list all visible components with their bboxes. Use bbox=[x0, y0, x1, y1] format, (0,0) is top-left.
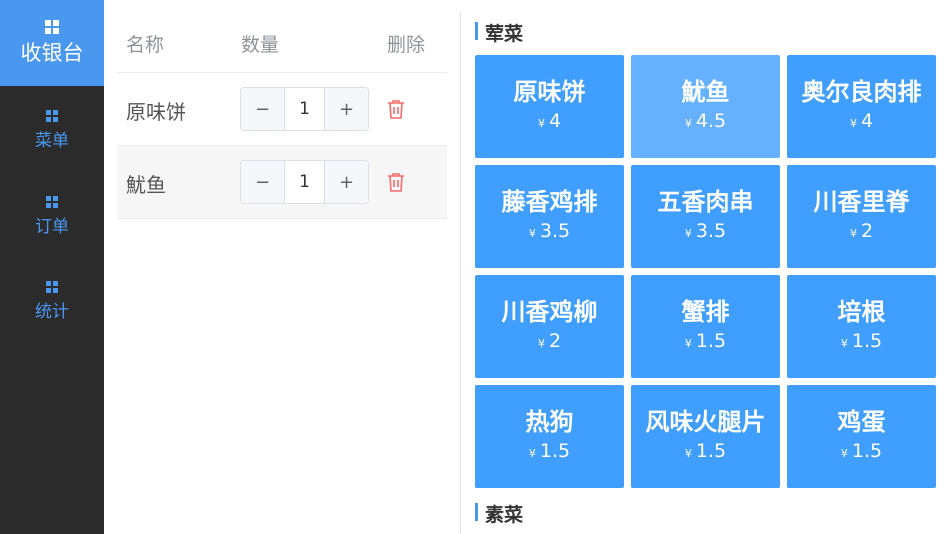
order-table: 名称 数量 删除 原味饼 − 1 + 魷鱼 − 1 + bbox=[117, 14, 447, 219]
menu-item-name: 鸡蛋 bbox=[837, 407, 886, 436]
delete-icon[interactable] bbox=[387, 172, 405, 192]
sidebar-item-label: 统计 bbox=[35, 302, 69, 322]
delete-icon[interactable] bbox=[387, 99, 405, 119]
menu-item[interactable]: 风味火腿片 ¥1.5 bbox=[631, 385, 780, 488]
increase-button[interactable]: + bbox=[324, 88, 368, 130]
quantity-stepper: − 1 + bbox=[240, 87, 369, 131]
sidebar-item-menu[interactable]: 菜单 bbox=[0, 110, 104, 155]
cashier-app: 收银台 菜单 订单 统计 名称 数量 删除 原味饼 − 1 + 魷鱼 − 1 +… bbox=[0, 0, 950, 534]
menu-item-name: 培根 bbox=[837, 297, 886, 326]
section-title-veg: 素菜 bbox=[475, 500, 523, 527]
menu-item[interactable]: 鸡蛋 ¥1.5 bbox=[787, 385, 936, 488]
menu-item-price: ¥4 bbox=[537, 109, 562, 132]
menu-item-name: 川香鸡柳 bbox=[501, 297, 598, 326]
menu-item[interactable]: 热狗 ¥1.5 bbox=[475, 385, 624, 488]
quantity-stepper: − 1 + bbox=[240, 160, 369, 204]
menu-item-name: 魷鱼 bbox=[681, 77, 730, 106]
increase-button[interactable]: + bbox=[324, 161, 368, 203]
sidebar-item-cashier[interactable]: 收银台 bbox=[0, 0, 104, 86]
menu-grid: 原味饼 ¥4 魷鱼 ¥4.5 奥尔良肉排 ¥4 藤香鸡排 ¥3.5 五香肉串 ¥3.5 川… bbox=[475, 55, 936, 488]
menu-item[interactable]: 五香肉串 ¥3.5 bbox=[631, 165, 780, 268]
menu-item-name: 风味火腿片 bbox=[645, 407, 766, 436]
menu-item-price: ¥2 bbox=[849, 219, 874, 242]
grid-icon bbox=[46, 110, 58, 122]
sidebar-item-label: 订单 bbox=[35, 217, 69, 237]
column-header-delete: 删除 bbox=[387, 34, 426, 56]
menu-item-price: ¥1.5 bbox=[684, 439, 727, 462]
column-header-name: 名称 bbox=[126, 34, 165, 56]
table-row: 魷鱼 − 1 + bbox=[117, 146, 447, 219]
section-title-meat: 荤菜 bbox=[475, 19, 523, 46]
menu-item-price: ¥1.5 bbox=[684, 329, 727, 352]
sidebar: 收银台 菜单 订单 统计 bbox=[0, 0, 104, 534]
menu-item[interactable]: 奥尔良肉排 ¥4 bbox=[787, 55, 936, 158]
item-name: 原味饼 bbox=[126, 100, 186, 124]
quantity-input[interactable]: 1 bbox=[285, 88, 324, 130]
menu-item-price: ¥3.5 bbox=[684, 219, 727, 242]
menu-item[interactable]: 魷鱼 ¥4.5 bbox=[631, 55, 780, 158]
menu-item[interactable]: 藤香鸡排 ¥3.5 bbox=[475, 165, 624, 268]
grid-icon bbox=[46, 196, 58, 208]
menu-item-name: 蟹排 bbox=[681, 297, 730, 326]
menu-item-price: ¥1.5 bbox=[840, 329, 883, 352]
menu-item[interactable]: 川香里脊 ¥2 bbox=[787, 165, 936, 268]
order-table-header: 名称 数量 删除 bbox=[117, 14, 447, 73]
menu-item-price: ¥1.5 bbox=[528, 439, 571, 462]
menu-item-name: 热狗 bbox=[525, 407, 574, 436]
grid-icon bbox=[46, 281, 58, 293]
menu-item-name: 原味饼 bbox=[513, 77, 586, 106]
menu-item-price: ¥3.5 bbox=[528, 219, 571, 242]
menu-item-name: 藤香鸡排 bbox=[501, 187, 598, 216]
item-name: 魷鱼 bbox=[126, 173, 166, 197]
table-row: 原味饼 − 1 + bbox=[117, 73, 447, 146]
sidebar-item-label: 收银台 bbox=[20, 41, 84, 65]
sidebar-item-label: 菜单 bbox=[35, 131, 69, 151]
menu-item-price: ¥2 bbox=[537, 329, 562, 352]
menu-item[interactable]: 川香鸡柳 ¥2 bbox=[475, 275, 624, 378]
menu-item-name: 奥尔良肉排 bbox=[801, 77, 922, 106]
panel-divider bbox=[460, 12, 461, 534]
menu-item-price: ¥1.5 bbox=[840, 439, 883, 462]
decrease-button[interactable]: − bbox=[241, 88, 285, 130]
decrease-button[interactable]: − bbox=[241, 161, 285, 203]
quantity-input[interactable]: 1 bbox=[285, 161, 324, 203]
column-header-quantity: 数量 bbox=[241, 34, 280, 56]
grid-icon bbox=[45, 20, 59, 34]
menu-item-price: ¥4.5 bbox=[684, 109, 727, 132]
menu-item[interactable]: 蟹排 ¥1.5 bbox=[631, 275, 780, 378]
menu-item[interactable]: 培根 ¥1.5 bbox=[787, 275, 936, 378]
menu-item[interactable]: 原味饼 ¥4 bbox=[475, 55, 624, 158]
sidebar-item-stats[interactable]: 统计 bbox=[0, 281, 104, 326]
sidebar-item-orders[interactable]: 订单 bbox=[0, 196, 104, 241]
menu-item-name: 五香肉串 bbox=[657, 187, 754, 216]
menu-item-name: 川香里脊 bbox=[813, 187, 910, 216]
menu-item-price: ¥4 bbox=[849, 109, 874, 132]
